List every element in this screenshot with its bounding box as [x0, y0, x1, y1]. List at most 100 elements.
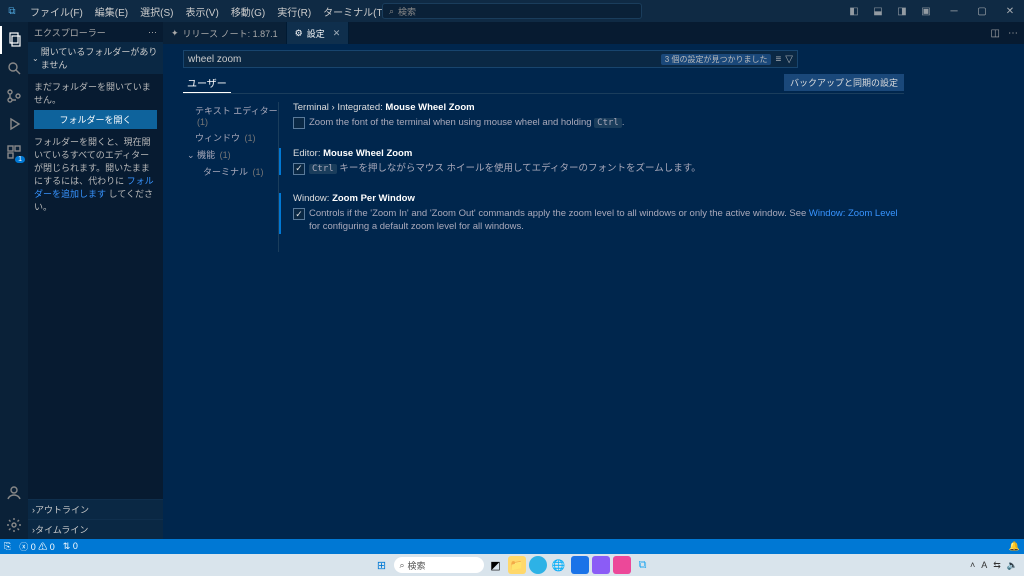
command-center[interactable]: ⌕ 検索 [382, 3, 642, 19]
explorer-icon[interactable]: 📁 [508, 556, 526, 574]
sidebar-outline-label: アウトライン [35, 503, 89, 516]
status-ports[interactable]: ⇅ 0 [63, 541, 78, 552]
scope-user-tab[interactable]: ユーザー [183, 73, 231, 93]
modified-indicator [279, 148, 281, 176]
chevron-down-icon: ⌄ [32, 54, 39, 63]
status-problems[interactable]: ⓧ 0 ⚠ 0 [19, 540, 55, 553]
notifications-icon[interactable]: 🔔 [1009, 541, 1020, 552]
setting-window-zoom-per-window[interactable]: Window: Zoom Per Window Controls if the … [293, 193, 904, 234]
menu-view[interactable]: 表示(V) [179, 4, 224, 19]
system-tray[interactable]: ˄ A ⇆ 🔈 [970, 560, 1018, 571]
setting-description: Zoom the font of the terminal when using… [309, 116, 625, 130]
more-actions-icon[interactable]: ⋯ [1008, 28, 1018, 39]
activity-extensions-icon[interactable]: 1 [0, 138, 28, 166]
sidebar-outline[interactable]: ›アウトライン [28, 499, 163, 519]
tray-ime-icon[interactable]: A [981, 560, 987, 570]
clear-search-icon[interactable]: ≡ [775, 54, 781, 65]
kbd-ctrl: Ctrl [594, 118, 622, 128]
menu-terminal[interactable]: ターミナル(T) [317, 4, 392, 19]
tab-release-notes[interactable]: ✦ リリース ノート: 1.87.1 [163, 22, 287, 44]
activity-scm-icon[interactable] [0, 82, 28, 110]
remote-indicator-icon[interactable]: ⎘ [4, 541, 11, 552]
activity-settings-icon[interactable] [0, 511, 28, 539]
activity-search-icon[interactable] [0, 54, 28, 82]
chevron-down-icon: ⌄ [187, 150, 195, 160]
setting-category: Editor: [293, 148, 323, 159]
sidebar-timeline[interactable]: ›タイムライン [28, 519, 163, 539]
modified-indicator [279, 193, 281, 234]
open-folder-button[interactable]: フォルダーを開く [34, 110, 157, 129]
tray-network-icon[interactable]: ⇆ [993, 560, 1001, 571]
activity-debug-icon[interactable] [0, 110, 28, 138]
menu-file[interactable]: ファイル(F) [24, 4, 89, 19]
activity-bar: 1 [0, 22, 28, 539]
checkbox[interactable] [293, 117, 305, 129]
sidebar-explorer: エクスプローラー ⋯ ⌄ 開いているフォルダーがありません まだフォルダーを開い… [28, 22, 163, 539]
settings-search-input[interactable] [188, 54, 661, 65]
app-icon[interactable] [592, 556, 610, 574]
setting-editor-mouse-wheel-zoom[interactable]: Editor: Mouse Wheel Zoom Ctrl キーを押しながらマウ… [293, 148, 904, 176]
command-center-placeholder: 検索 [398, 5, 416, 18]
app-icon[interactable] [613, 556, 631, 574]
task-view-icon[interactable]: ◩ [487, 556, 505, 574]
window-close-icon[interactable]: ✕ [996, 6, 1024, 17]
menu-go[interactable]: 移動(G) [225, 4, 271, 19]
tab-label: 設定 [307, 27, 325, 40]
taskbar-search-label: 検索 [408, 559, 426, 572]
layout-bottom-icon[interactable]: ⬓ [868, 6, 888, 17]
vscode-taskbar-icon[interactable]: ⧉ [634, 556, 652, 574]
tray-volume-icon[interactable]: 🔈 [1007, 560, 1018, 571]
checkbox-checked[interactable] [293, 163, 305, 175]
settings-search[interactable]: 3 個の設定が見つかりました ≡ ▽ [183, 50, 798, 68]
sync-settings-button[interactable]: バックアップと同期の設定 [784, 74, 904, 91]
release-notes-icon: ✦ [171, 28, 179, 39]
layout-right-icon[interactable]: ◨ [892, 6, 912, 17]
taskbar-search[interactable]: ⌕検索 [394, 557, 484, 573]
toc-text-editor[interactable]: テキスト エディター (1) [183, 102, 278, 129]
settings-found-count: 3 個の設定が見つかりました [661, 54, 772, 65]
tray-chevron-icon[interactable]: ˄ [970, 560, 975, 570]
vscode-logo-icon: ⧉ [0, 6, 24, 17]
setting-category: Window: [293, 193, 332, 204]
filter-icon[interactable]: ▽ [785, 54, 793, 65]
status-bar: ⎘ ⓧ 0 ⚠ 0 ⇅ 0 🔔 [0, 539, 1024, 554]
menu-edit[interactable]: 編集(E) [89, 4, 134, 19]
toc-terminal[interactable]: ターミナル (1) [183, 163, 278, 180]
toc-features[interactable]: ⌄ 機能 (1) [183, 146, 278, 163]
setting-name: Mouse Wheel Zoom [385, 102, 474, 113]
setting-description: Controls if the 'Zoom In' and 'Zoom Out'… [309, 207, 904, 234]
search-icon: ⌕ [400, 560, 405, 571]
settings-toc: テキスト エディター (1) ウィンドウ (1) ⌄ 機能 (1) ターミナル … [183, 102, 278, 252]
start-button[interactable]: ⊞ [373, 556, 391, 574]
edge-icon[interactable] [529, 556, 547, 574]
setting-name: Zoom Per Window [332, 193, 415, 204]
layout-customize-icon[interactable]: ▣ [916, 6, 936, 17]
menu-selection[interactable]: 選択(S) [134, 4, 179, 19]
activity-account-icon[interactable] [0, 479, 28, 507]
chrome-icon[interactable]: 🌐 [550, 556, 568, 574]
window-maximize-icon[interactable]: ▢ [968, 6, 996, 17]
no-folder-text: まだフォルダーを開いていません。 [34, 80, 157, 106]
menu-run[interactable]: 実行(R) [271, 4, 317, 19]
tab-label: リリース ノート: 1.87.1 [183, 27, 278, 40]
sidebar-more-icon[interactable]: ⋯ [148, 27, 157, 38]
close-icon[interactable]: ✕ [333, 28, 341, 39]
search-icon: ⌕ [389, 6, 394, 17]
folder-hint: フォルダーを開くと、現在開いているすべてのエディターが閉じられます。開いたままに… [34, 135, 157, 213]
checkbox-checked[interactable] [293, 208, 305, 220]
sidebar-section-label: 開いているフォルダーがありません [41, 45, 159, 71]
split-editor-icon[interactable]: ◫ [991, 28, 1000, 39]
windows-taskbar: ⊞ ⌕検索 ◩ 📁 🌐 ⧉ ˄ A ⇆ 🔈 [0, 554, 1024, 576]
layout-left-icon[interactable]: ◧ [844, 6, 864, 17]
tab-settings[interactable]: ⚙ 設定 ✕ [287, 22, 350, 44]
setting-description: Ctrl キーを押しながらマウス ホイールを使用してエディターのフォントをズーム… [309, 162, 701, 176]
window-zoom-level-link[interactable]: Window: Zoom Level [809, 208, 898, 219]
toc-window[interactable]: ウィンドウ (1) [183, 129, 278, 146]
store-icon[interactable] [571, 556, 589, 574]
setting-terminal-mouse-wheel-zoom[interactable]: Terminal › Integrated: Mouse Wheel Zoom … [293, 102, 904, 130]
sidebar-section-folder[interactable]: ⌄ 開いているフォルダーがありません [28, 42, 163, 74]
activity-explorer-icon[interactable] [0, 26, 28, 54]
window-minimize-icon[interactable]: ─ [940, 6, 968, 17]
settings-editor: 3 個の設定が見つかりました ≡ ▽ ユーザー バックアップと同期の設定 テキス… [163, 44, 1024, 539]
setting-name: Mouse Wheel Zoom [323, 148, 412, 159]
